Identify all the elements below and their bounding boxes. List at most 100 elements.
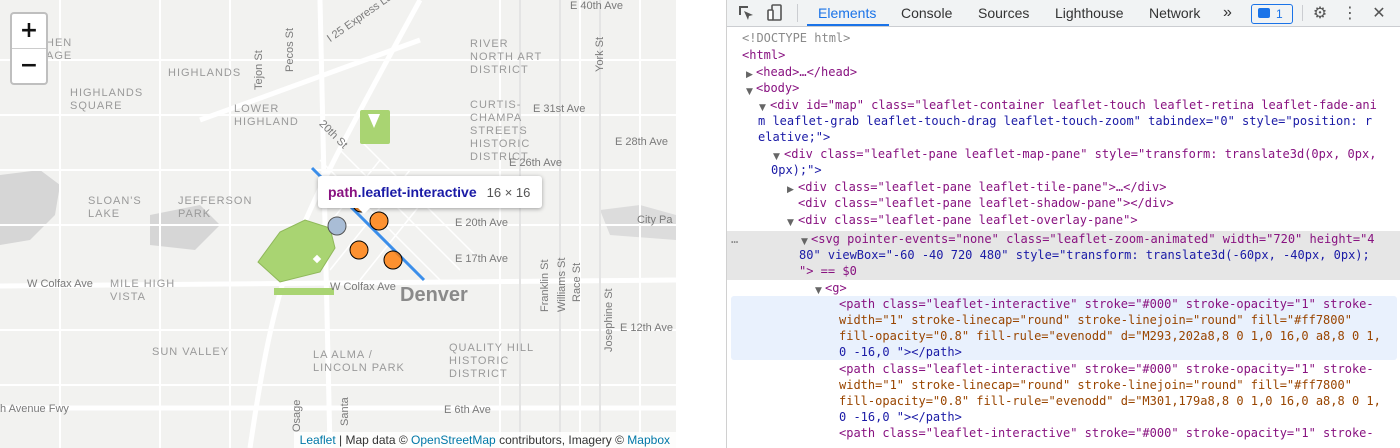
street-label-franklin: Franklin St <box>539 259 551 312</box>
zoom-in-button[interactable]: + <box>12 14 46 49</box>
dom-line[interactable]: <path class="leaflet-interactive" stroke… <box>839 425 1374 441</box>
dom-line[interactable]: <head>…</head> <box>756 64 857 80</box>
area-label-sun-valley: SUN VALLEY <box>152 346 230 358</box>
osm-link[interactable]: OpenStreetMap <box>411 433 496 447</box>
dom-line[interactable]: <html> <box>742 47 785 63</box>
dom-line[interactable]: <body> <box>756 80 799 96</box>
street-label-e20th: E 20th Ave <box>455 217 509 229</box>
marker-circle[interactable] <box>383 250 403 270</box>
attribution: Leaflet | Map data © OpenStreetMap contr… <box>293 432 676 448</box>
street-label-e6th: E 6th Ave <box>444 404 491 416</box>
map-container[interactable]: HIGHLANDS SQUARE HIGHLANDS LOWER HIGHLAN… <box>0 0 676 448</box>
area-label-river-north: RIVER NORTH ART DISTRICT <box>470 38 543 76</box>
inspect-tooltip: path.leaflet-interactive 16 × 16 <box>318 176 543 214</box>
marker-circle[interactable] <box>349 240 369 260</box>
dom-line[interactable]: <path class="leaflet-interactive" stroke… <box>839 296 1374 312</box>
tooltip-dimensions: 16 × 16 <box>486 185 531 200</box>
dom-tree[interactable]: <!DOCTYPE html> <html> ▶ <head>…</head> … <box>727 28 1400 448</box>
marker-layer <box>349 195 403 270</box>
settings-icon[interactable]: ⚙ <box>1309 0 1331 26</box>
street-label-e26th: E 26th Ave <box>509 157 563 169</box>
message-icon <box>1258 8 1270 18</box>
street-label-w-colfax-2: W Colfax Ave <box>330 281 396 293</box>
toolbar-divider-2 <box>1302 5 1303 21</box>
more-tabs-button[interactable]: » <box>1223 0 1232 26</box>
tab-lighthouse[interactable]: Lighthouse <box>1055 0 1124 26</box>
dom-line[interactable]: <g> <box>825 280 847 296</box>
dom-line[interactable]: <div class="leaflet-pane leaflet-map-pan… <box>784 146 1376 162</box>
dom-line[interactable]: <svg pointer-events="none" class="leafle… <box>811 231 1375 247</box>
dom-line[interactable]: 0px);"> <box>771 162 822 178</box>
street-label-e17th: E 17th Ave <box>455 253 509 265</box>
leaflet-link[interactable]: Leaflet <box>300 433 336 447</box>
street-label-williams: Williams St <box>556 257 568 312</box>
dom-line[interactable]: <div class="leaflet-pane leaflet-overlay… <box>798 212 1138 228</box>
dom-line[interactable]: <div id="map" class="leaflet-container l… <box>770 97 1377 113</box>
devtools-panel: Elements Console Sources Lighthouse Netw… <box>727 0 1400 448</box>
expand-arrow-icon[interactable]: ▼ <box>787 215 794 231</box>
tab-sources[interactable]: Sources <box>978 0 1029 26</box>
street-label-city-park: City Pa <box>637 214 673 226</box>
street-label-e31st: E 31st Ave <box>533 103 586 115</box>
dom-line[interactable]: fill-opacity="0.8" fill-rule="evenodd" d… <box>839 328 1381 344</box>
dom-line[interactable]: <path class="leaflet-interactive" stroke… <box>839 361 1374 377</box>
area-label-hen-age: HEN AGE <box>46 37 73 62</box>
dom-line[interactable]: m leaflet-grab leaflet-touch-drag leafle… <box>758 113 1372 129</box>
dom-line[interactable]: <div class="leaflet-pane leaflet-shadow-… <box>798 195 1174 211</box>
area-label-jefferson-park: JEFFERSON PARK <box>178 195 253 220</box>
issues-badge[interactable]: 1 <box>1251 4 1293 24</box>
tab-elements[interactable]: Elements <box>818 0 876 26</box>
dom-line[interactable]: elative;"> <box>758 129 830 145</box>
tab-network[interactable]: Network <box>1149 0 1200 26</box>
tooltip-class: .leaflet-interactive <box>357 184 477 200</box>
street-label-osage: Osage <box>291 399 303 432</box>
dom-line[interactable]: width="1" stroke-linecap="round" stroke-… <box>839 377 1352 393</box>
area-label-sloans-lake: SLOAN'S LAKE <box>88 195 142 220</box>
active-tab-indicator <box>807 24 889 26</box>
street-label-josephine: Josephine St <box>603 288 615 352</box>
kebab-menu-icon[interactable]: ⋮ <box>1339 0 1361 26</box>
street-label-w-colfax: W Colfax Ave <box>27 278 93 290</box>
dom-line[interactable]: <!DOCTYPE html> <box>742 30 850 46</box>
street-label-santa: Santa <box>339 397 351 426</box>
ellipsis-icon[interactable]: … <box>731 231 738 247</box>
dom-line[interactable]: <div class="leaflet-pane leaflet-tile-pa… <box>798 179 1166 195</box>
area-label-curtis-champa: CURTIS- CHAMPA STREETS HISTORIC DISTRICT <box>470 99 531 163</box>
zoom-out-button[interactable]: − <box>12 49 46 83</box>
attribution-mid: contributors, Imagery © <box>495 433 628 447</box>
dom-line[interactable]: 0 -16,0 "></path> <box>839 409 962 425</box>
attribution-sep: | Map data © <box>335 433 412 447</box>
street-label-avenue-fwy: h Avenue Fwy <box>0 403 69 415</box>
expand-arrow-icon[interactable]: ▼ <box>746 84 753 100</box>
inspect-icon[interactable] <box>735 0 757 26</box>
area-label-highlands-square: HIGHLANDS SQUARE <box>70 87 144 112</box>
dom-line[interactable]: "> == $0 <box>799 263 857 279</box>
dom-line[interactable]: 0 -16,0 "></path> <box>839 344 962 360</box>
dom-line[interactable]: width="1" stroke-linecap="round" stroke-… <box>839 312 1352 328</box>
street-label-e12th: E 12th Ave <box>620 322 674 334</box>
marker-circle[interactable] <box>369 211 389 231</box>
street-label-e28th: E 28th Ave <box>615 136 669 148</box>
tooltip-tag: path <box>328 184 358 200</box>
street-label-tejon: Tejon St <box>253 50 265 90</box>
devtools-tabbar: Elements Console Sources Lighthouse Netw… <box>727 0 1400 27</box>
zoom-control: + − <box>10 12 48 85</box>
close-icon[interactable]: ✕ <box>1368 0 1390 26</box>
area-label-quality-hill: QUALITY HILL HISTORIC DISTRICT <box>449 342 535 380</box>
tab-console[interactable]: Console <box>901 0 952 26</box>
collapse-arrow-icon[interactable]: ▶ <box>746 67 753 83</box>
dom-line[interactable]: 80" viewBox="-60 -40 720 480" style="tra… <box>799 247 1370 263</box>
street-label-race: Race St <box>571 262 583 302</box>
mapbox-link[interactable]: Mapbox <box>627 433 670 447</box>
dom-line[interactable]: fill-opacity="0.8" fill-rule="evenodd" d… <box>839 393 1381 409</box>
street-label-e40th: E 40th Ave <box>570 0 624 12</box>
device-toggle-icon[interactable] <box>765 0 787 26</box>
area-label-la-alma: LA ALMA / LINCOLN PARK <box>313 349 405 374</box>
city-label: Denver <box>400 284 468 306</box>
collapse-arrow-icon[interactable]: ▶ <box>787 182 794 198</box>
issues-count: 1 <box>1276 7 1283 21</box>
area-label-mile-high-vista: MILE HIGH VISTA <box>110 278 176 303</box>
toolbar-divider <box>797 4 798 22</box>
area-label-lower-highland: LOWER HIGHLAND <box>234 103 299 128</box>
expand-arrow-icon[interactable]: ▼ <box>815 283 822 299</box>
